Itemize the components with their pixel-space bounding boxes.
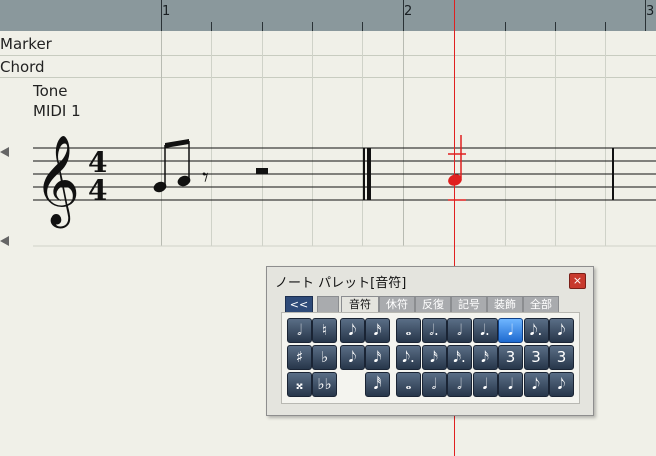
tab-spacer: [317, 296, 339, 313]
grace-thirtysecond-button[interactable]: 𝅘𝅥𝅰: [365, 372, 390, 397]
note-button-5[interactable]: 𝅘𝅥𝅮.: [523, 318, 549, 343]
close-icon[interactable]: ×: [569, 273, 586, 289]
track-name: Tone: [33, 82, 68, 100]
chord-row-label: Chord: [0, 58, 45, 76]
note-button-9[interactable]: 𝅘𝅥𝅯.: [447, 345, 472, 370]
note-button-20[interactable]: 𝅘𝅥𝅮: [549, 372, 574, 397]
ruler-label-3: 3: [646, 4, 655, 19]
note-button-0[interactable]: 𝅝: [396, 318, 421, 343]
marker-row-label: Marker: [0, 35, 52, 53]
double-barline: [363, 148, 365, 200]
note-button-2[interactable]: 𝅗𝅥: [447, 318, 472, 343]
note-button-13[interactable]: 3: [549, 345, 574, 370]
palette-title: ノート パレット[音符]: [275, 276, 407, 291]
note-button-7[interactable]: 𝅘𝅥𝅮.: [396, 345, 421, 370]
flat-button[interactable]: ♭: [312, 345, 337, 370]
note-button-17[interactable]: 𝅘𝅥: [472, 372, 498, 397]
tab-ornaments[interactable]: 装飾: [487, 296, 523, 313]
note-button-14[interactable]: 𝅝: [396, 372, 421, 397]
time-sig-bottom: 4: [88, 174, 107, 207]
sharp-button[interactable]: ♯: [287, 345, 312, 370]
eighth-rest-icon: 𝄾: [202, 163, 209, 193]
note-button-15[interactable]: 𝅗𝅥: [421, 372, 447, 397]
note-grid: 𝅝 𝅗𝅥. 𝅗𝅥 𝅘𝅥. 𝅘𝅥 𝅘𝅥𝅮. 𝅘𝅥𝅮 𝅘𝅥𝅮. 𝅘𝅥𝅯 𝅘𝅥𝅯. 𝅘𝅥𝅯 3 3 3 𝅝 𝅗𝅥 𝅗𝅥…: [396, 318, 576, 398]
note-button-8[interactable]: 𝅘𝅥𝅯: [421, 345, 447, 370]
selected-note: [448, 135, 466, 201]
tab-symbols[interactable]: 記号: [451, 296, 487, 313]
back-button[interactable]: <<: [285, 296, 313, 313]
grace-eighth-button[interactable]: 𝅘𝅥𝅮: [340, 318, 365, 343]
note-button-10[interactable]: 𝅘𝅥𝅯: [472, 345, 498, 370]
accidental-group: 𝅗𝅥 ♮ ♯ ♭ 𝄪 ♭♭: [287, 318, 337, 398]
note-button-19[interactable]: 𝅘𝅥𝅮: [523, 372, 549, 397]
note-button-6[interactable]: 𝅘𝅥𝅮: [549, 318, 574, 343]
note-button-16[interactable]: 𝅗𝅥: [447, 372, 472, 397]
double-flat-button[interactable]: ♭♭: [312, 372, 337, 397]
double-sharp-button[interactable]: 𝄪: [287, 372, 312, 397]
note-button-1[interactable]: 𝅗𝅥.: [421, 318, 447, 343]
note-button-12[interactable]: 3: [523, 345, 549, 370]
eighth-note-pair: [153, 139, 191, 193]
grace-note-button[interactable]: 𝅗𝅥: [287, 318, 312, 343]
tab-all[interactable]: 全部: [523, 296, 559, 313]
measure-ruler[interactable]: 1 2 3: [0, 0, 656, 31]
note-button-3[interactable]: 𝅘𝅥.: [472, 318, 498, 343]
grace-eighth-slash-button[interactable]: 𝅘𝅥𝅮: [340, 345, 365, 370]
note-button-4[interactable]: 𝅘𝅥: [498, 318, 523, 343]
palette-body: 𝅗𝅥 ♮ ♯ ♭ 𝄪 ♭♭ 𝅘𝅥𝅮 𝅘𝅥𝅯 𝅘𝅥𝅮 𝅘𝅥𝅯 𝅘𝅥𝅰 𝅝 𝅗𝅥. 𝅗𝅥…: [281, 312, 580, 404]
tab-rests[interactable]: 休符: [379, 296, 415, 313]
tab-notes[interactable]: 音符: [341, 296, 379, 313]
grace-group: 𝅘𝅥𝅮 𝅘𝅥𝅯 𝅘𝅥𝅮 𝅘𝅥𝅯 𝅘𝅥𝅰: [340, 318, 390, 398]
note-palette-window[interactable]: ノート パレット[音符] × << 音符 休符 反復 記号 装飾 全部 𝅗𝅥 ♮…: [266, 266, 594, 416]
note-button-18[interactable]: 𝅘𝅥: [498, 372, 523, 397]
ruler-label-1: 1: [162, 4, 171, 19]
natural-button[interactable]: ♮: [312, 318, 337, 343]
grace-sixteenth-button[interactable]: 𝅘𝅥𝅯: [365, 318, 390, 343]
score-staff[interactable]: 𝄞 4 4 𝄾: [0, 120, 656, 250]
note-button-11[interactable]: 3: [498, 345, 523, 370]
tab-repeats[interactable]: 反復: [415, 296, 451, 313]
half-rest: [256, 168, 268, 174]
grace-sixteenth-slash-button[interactable]: 𝅘𝅥𝅯: [365, 345, 390, 370]
ruler-label-2: 2: [404, 4, 413, 19]
treble-clef-icon: 𝄞: [34, 135, 80, 229]
track-channel: MIDI 1: [33, 102, 81, 120]
